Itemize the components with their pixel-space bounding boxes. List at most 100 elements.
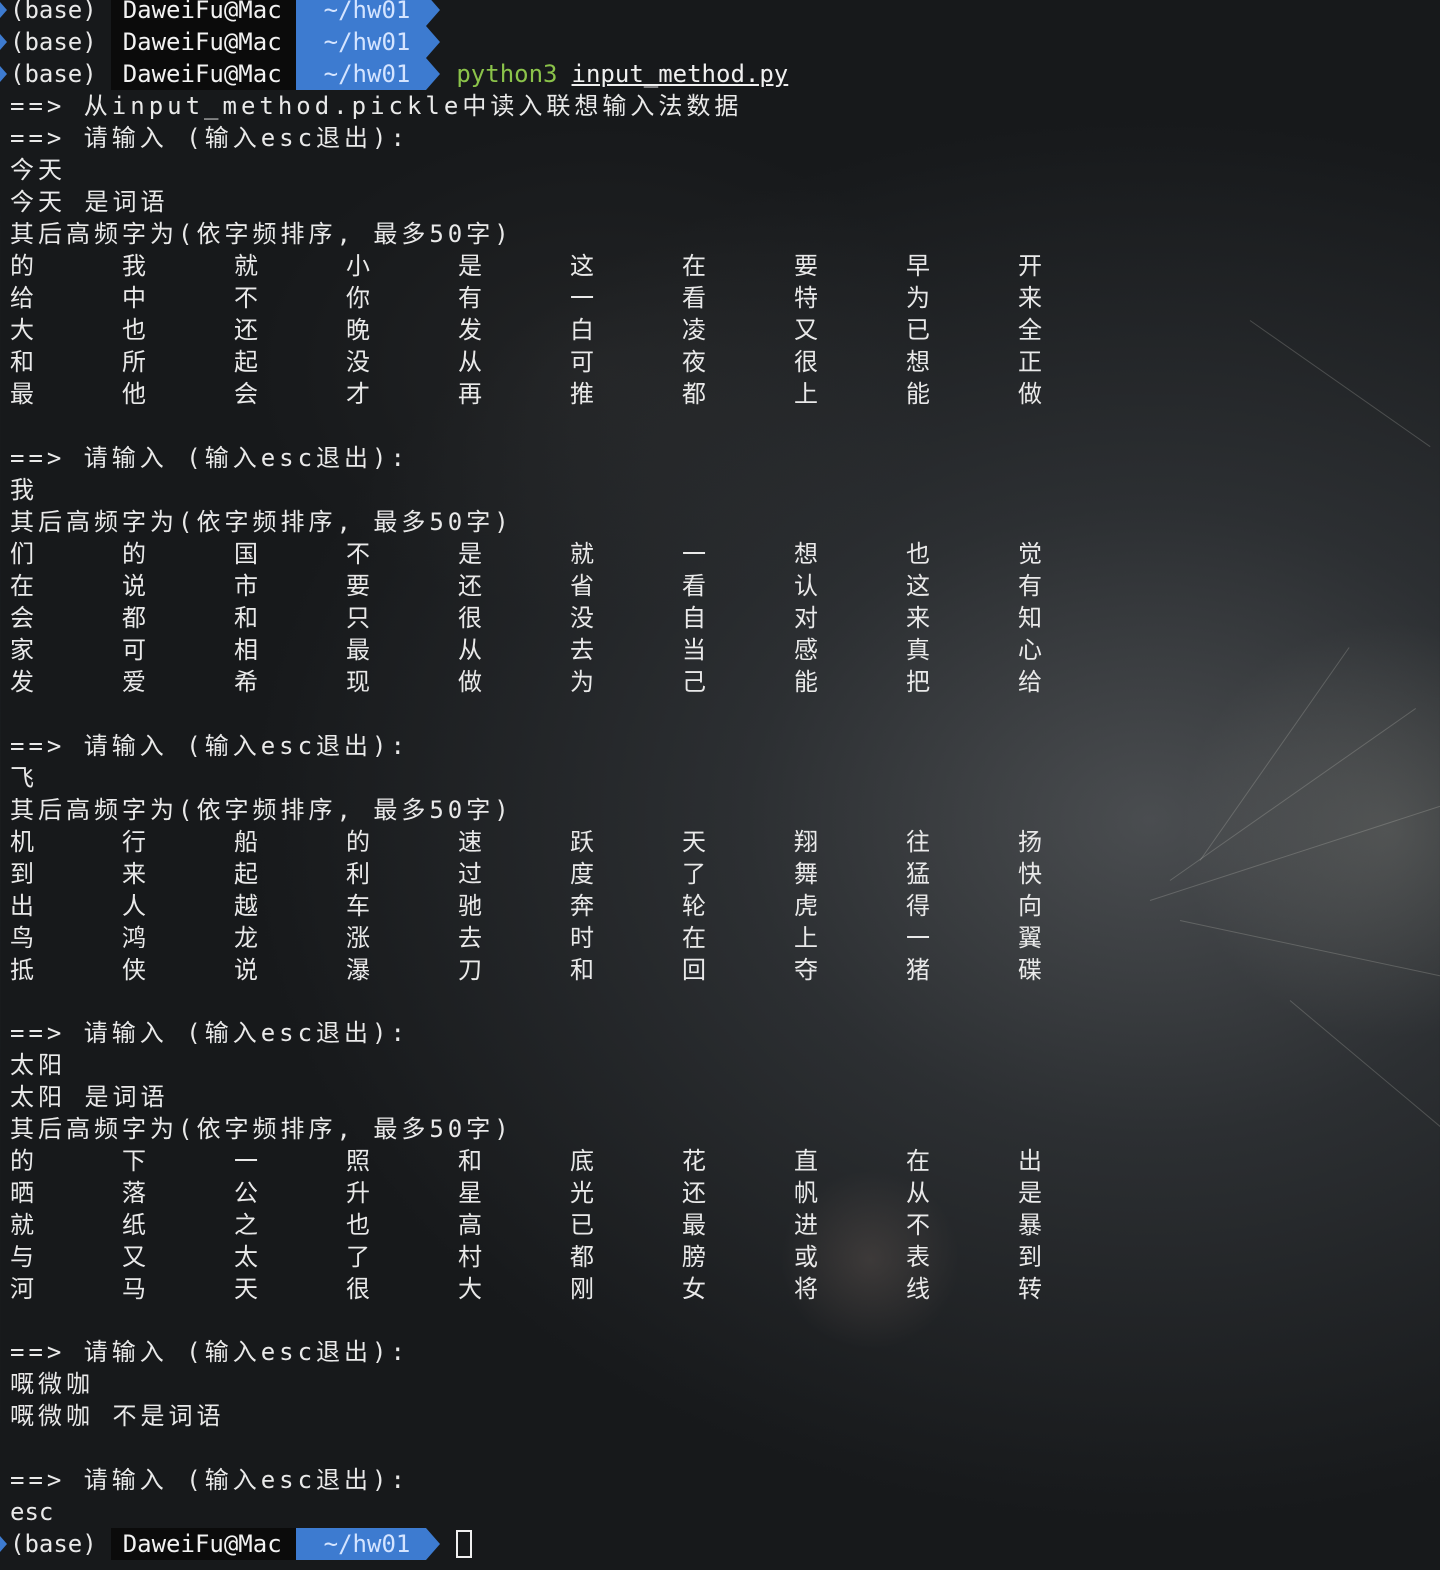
grid-char: 行 [122,828,146,856]
prompt-dir: ~/hw01 [295,0,441,26]
grid-char: 是 [1018,1179,1042,1207]
prompt-marker-icon [0,1536,7,1552]
grid-char: 上 [794,380,818,408]
grid-char: 是 [458,540,482,568]
grid-char: 可 [122,636,146,664]
grid-char: 膀 [682,1243,706,1271]
prompt-env: (base) [10,1530,97,1558]
grid-char: 最 [682,1211,706,1239]
grid-char: 驰 [458,892,482,920]
grid-char: 的 [122,540,146,568]
grid-char: 能 [906,380,930,408]
grid-char: 转 [1018,1275,1042,1303]
grid-char: 一 [570,284,594,312]
grid-char: 没 [346,348,370,376]
grid-char: 去 [570,636,594,664]
shell-prompt: (base) DaweiFu@Mac ~/hw01 python3 input_… [0,58,788,90]
grid-char: 鸿 [122,924,146,952]
input-prompt: ==> 请输入 (输入esc退出): [10,732,409,760]
input-prompt: ==> 请输入 (输入esc退出): [10,444,409,472]
grid-char: 落 [122,1179,146,1207]
grid-char: 出 [1018,1147,1042,1175]
grid-char: 也 [906,540,930,568]
grid-char: 就 [570,540,594,568]
grid-char: 已 [570,1211,594,1239]
grid-char: 底 [570,1147,594,1175]
grid-char: 机 [10,828,34,856]
grid-char: 涨 [346,924,370,952]
grid-char: 侠 [122,956,146,984]
grid-char: 都 [570,1243,594,1271]
grid-char: 说 [122,572,146,600]
grid-char: 夺 [794,956,818,984]
grid-char: 又 [122,1243,146,1271]
terminal-window[interactable]: (base) DaweiFu@Mac ~/hw01 (base) DaweiFu… [0,0,1440,1570]
load-message: ==> 从input_method.pickle中读入联想输入法数据 [10,92,743,120]
shell-prompt-active[interactable]: (base) DaweiFu@Mac ~/hw01 [0,1528,473,1560]
input-prompt: ==> 请输入 (输入esc退出): [10,124,409,152]
grid-char: 船 [234,828,258,856]
grid-char: 特 [794,284,818,312]
follow-header: 其后高频字为(依字频排序, 最多50字) [10,220,513,248]
grid-char: 时 [570,924,594,952]
grid-char: 天 [682,828,706,856]
grid-char: 就 [10,1211,34,1239]
prompt-env: (base) [10,60,97,88]
grid-char: 在 [682,252,706,280]
grid-char: 之 [234,1211,258,1239]
grid-char: 要 [346,572,370,600]
grid-char: 往 [906,828,930,856]
grid-char: 又 [794,316,818,344]
grid-char: 翔 [794,828,818,856]
follow-header: 其后高频字为(依字频排序, 最多50字) [10,1115,513,1143]
grid-char: 爱 [122,668,146,696]
grid-char: 快 [1018,860,1042,888]
grid-char: 能 [794,668,818,696]
grid-char: 越 [234,892,258,920]
prompt-dir: ~/hw01 [295,58,441,90]
grid-char: 全 [1018,316,1042,344]
grid-char: 在 [10,572,34,600]
grid-char: 都 [682,380,706,408]
grid-char: 来 [906,604,930,632]
grid-char: 认 [794,572,818,600]
grid-char: 看 [682,284,706,312]
user-input: 我 [10,476,38,504]
grid-char: 过 [458,860,482,888]
grid-char: 可 [570,348,594,376]
grid-char: 对 [794,604,818,632]
grid-char: 说 [234,956,258,984]
text-cursor[interactable] [456,1530,473,1558]
grid-char: 市 [234,572,258,600]
grid-char: 和 [570,956,594,984]
grid-char: 心 [1018,636,1042,664]
grid-char: 己 [682,668,706,696]
grid-char: 有 [458,284,482,312]
grid-char: 还 [234,316,258,344]
grid-char: 村 [458,1243,482,1271]
grid-char: 已 [906,316,930,344]
grid-char: 刚 [570,1275,594,1303]
grid-char: 起 [234,860,258,888]
user-input: 今天 [10,156,66,184]
grid-char: 会 [10,604,34,632]
grid-char: 直 [794,1147,818,1175]
grid-char: 还 [458,572,482,600]
grid-char: 们 [10,540,34,568]
grid-char: 晚 [346,316,370,344]
grid-char: 线 [906,1275,930,1303]
grid-char: 觉 [1018,540,1042,568]
input-prompt: ==> 请输入 (输入esc退出): [10,1466,409,1494]
grid-char: 看 [682,572,706,600]
grid-char: 晒 [10,1179,34,1207]
grid-char: 真 [906,636,930,664]
grid-char: 夜 [682,348,706,376]
grid-char: 碟 [1018,956,1042,984]
exit-input: esc [10,1498,54,1526]
grid-char: 进 [794,1211,818,1239]
grid-char: 出 [10,892,34,920]
grid-char: 马 [122,1275,146,1303]
grid-char: 猪 [906,956,930,984]
grid-char: 了 [682,860,706,888]
grid-char: 速 [458,828,482,856]
